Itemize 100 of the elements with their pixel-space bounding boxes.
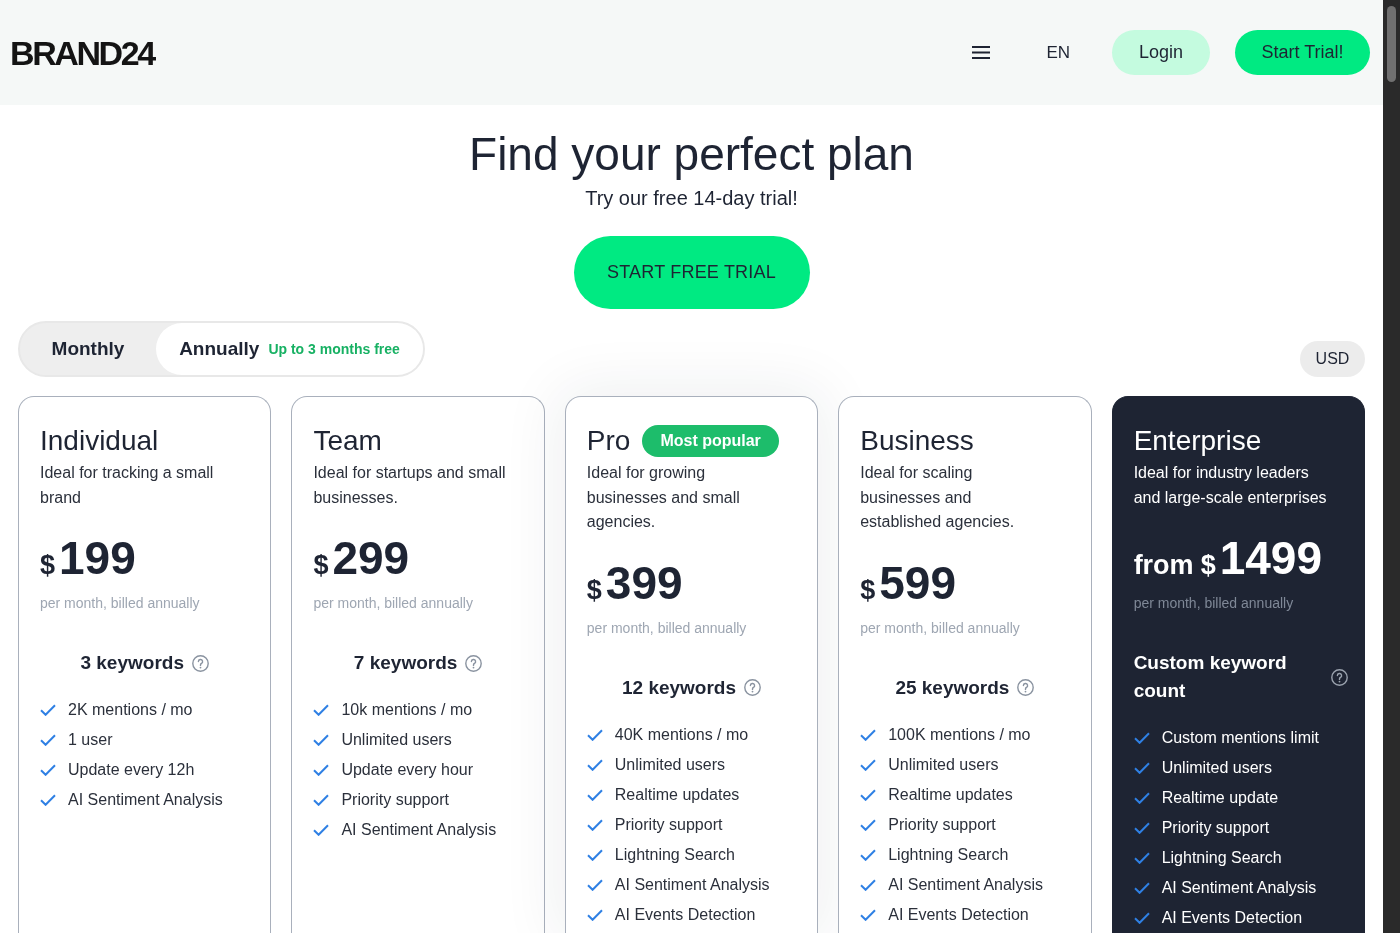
menu-icon[interactable] bbox=[971, 45, 992, 60]
check-icon bbox=[1133, 792, 1150, 804]
billing-option[interactable]: Monthly bbox=[20, 323, 156, 375]
feature-text: Update every hour bbox=[341, 760, 474, 780]
check-icon bbox=[860, 758, 877, 771]
check-icon bbox=[586, 758, 603, 771]
keyword-count: 3 keywords bbox=[80, 651, 184, 675]
feature-text: Priority support bbox=[1161, 818, 1270, 838]
feature-text: Priority support bbox=[614, 814, 723, 835]
brand-logo[interactable]: BRAND24 bbox=[10, 35, 154, 70]
plan-name: Business bbox=[860, 424, 974, 458]
feature-text: 10k mentions / mo bbox=[341, 700, 473, 720]
scrollbar[interactable] bbox=[1383, 0, 1400, 933]
check-icon bbox=[1133, 762, 1150, 774]
feature-text: Realtime update bbox=[1161, 788, 1279, 808]
check-icon bbox=[1133, 882, 1150, 894]
check-icon bbox=[860, 818, 877, 831]
feature-text: Priority support bbox=[888, 814, 996, 835]
plan-name: Enterprise bbox=[1133, 424, 1262, 458]
feature-text: 1 user bbox=[68, 730, 113, 750]
feature-text: AI Events Detection bbox=[614, 904, 756, 925]
start-free-trial-button[interactable]: START FREE TRIAL bbox=[573, 236, 810, 309]
billing-period: per month, billed annually bbox=[40, 594, 201, 613]
scrollbar-thumb[interactable] bbox=[1387, 6, 1396, 82]
plan-name: Individual bbox=[40, 424, 159, 458]
keyword-count: 7 keywords bbox=[353, 651, 458, 675]
popular-badge: Most popular bbox=[642, 425, 779, 457]
plan-description: Ideal for startups and small businesses. bbox=[313, 463, 507, 508]
check-icon bbox=[860, 908, 877, 921]
plan-description: Ideal for tracking a small brand bbox=[40, 463, 215, 508]
plan-description: Ideal for scaling businesses and established agencies. bbox=[860, 463, 1016, 532]
check-icon bbox=[313, 794, 330, 806]
check-icon bbox=[40, 794, 56, 806]
check-icon bbox=[860, 728, 877, 741]
billing-period: per month, billed annually bbox=[1133, 594, 1295, 613]
currency-symbol: $ bbox=[313, 549, 329, 582]
keyword-count: Custom keyword count bbox=[1133, 651, 1288, 703]
feature-text: AI Sentiment Analysis bbox=[68, 790, 223, 810]
language-selector[interactable]: EN bbox=[1046, 39, 1070, 66]
check-icon bbox=[586, 908, 603, 921]
feature-text: Lightning Search bbox=[1161, 848, 1282, 868]
check-icon bbox=[1133, 912, 1150, 924]
login-button[interactable]: Login bbox=[1112, 30, 1210, 75]
feature-text: AI Sentiment Analysis bbox=[1161, 878, 1317, 898]
plan-description: Ideal for growing businesses and small agencies. bbox=[586, 463, 741, 532]
price-prefix: from bbox=[1133, 549, 1194, 582]
help-icon[interactable] bbox=[1017, 679, 1035, 696]
check-icon bbox=[586, 788, 603, 801]
price-amount: 299 bbox=[332, 531, 410, 586]
currency-symbol: $ bbox=[586, 573, 602, 607]
feature-text: Priority support bbox=[341, 790, 449, 810]
check-icon bbox=[40, 734, 56, 746]
page-subtitle: Try our free 14-day trial! bbox=[585, 186, 798, 210]
check-icon bbox=[1133, 732, 1150, 744]
currency-symbol: $ bbox=[860, 573, 876, 607]
check-icon bbox=[1133, 852, 1150, 864]
feature-text: Lightning Search bbox=[614, 844, 735, 865]
check-icon bbox=[586, 848, 603, 861]
plan-description: Ideal for industry leaders and large-scale enterprises bbox=[1133, 463, 1328, 508]
check-icon bbox=[313, 824, 330, 836]
currency-symbol: $ bbox=[1200, 549, 1216, 582]
feature-text: Unlimited users bbox=[888, 754, 999, 775]
billing-period: per month, billed annually bbox=[313, 594, 474, 613]
help-icon[interactable] bbox=[744, 679, 762, 696]
billing-period: per month, billed annually bbox=[586, 618, 748, 638]
help-icon[interactable] bbox=[191, 654, 209, 672]
feature-text: AI Sentiment Analysis bbox=[614, 874, 770, 895]
feature-text: Realtime updates bbox=[614, 784, 740, 805]
check-icon bbox=[586, 728, 603, 741]
help-icon[interactable] bbox=[1331, 668, 1349, 686]
feature-text: Realtime updates bbox=[888, 784, 1013, 805]
check-icon bbox=[586, 878, 603, 891]
keyword-count: 25 keywords bbox=[895, 675, 1010, 700]
check-icon bbox=[1133, 822, 1150, 834]
check-icon bbox=[313, 764, 330, 776]
feature-text: Unlimited users bbox=[1161, 758, 1272, 778]
feature-text: AI Sentiment Analysis bbox=[888, 874, 1043, 895]
feature-text: Unlimited users bbox=[614, 754, 726, 775]
feature-text: Unlimited users bbox=[341, 730, 452, 750]
currency-selector[interactable]: USD bbox=[1300, 341, 1365, 377]
check-icon bbox=[40, 704, 56, 716]
price-amount: 199 bbox=[59, 531, 136, 586]
plan-name: Pro bbox=[586, 424, 631, 458]
feature-text: Custom mentions limit bbox=[1161, 728, 1319, 748]
feature-text: AI Events Detection bbox=[1161, 908, 1303, 928]
price-amount: 599 bbox=[879, 555, 956, 611]
help-icon[interactable] bbox=[465, 654, 483, 672]
discount-note: Up to 3 months free bbox=[268, 339, 400, 359]
check-icon bbox=[860, 788, 877, 801]
feature-text: 100K mentions / mo bbox=[888, 724, 1031, 745]
plan-name: Team bbox=[313, 424, 382, 458]
billing-period: per month, billed annually bbox=[860, 618, 1021, 638]
start-trial-button[interactable]: Start Trial! bbox=[1235, 30, 1370, 75]
currency-symbol: $ bbox=[40, 549, 56, 582]
feature-text: 40K mentions / mo bbox=[614, 724, 749, 745]
feature-text: Update every 12h bbox=[68, 760, 195, 780]
billing-option[interactable]: Annually Up to 3 months free bbox=[156, 323, 423, 375]
keyword-count: 12 keywords bbox=[621, 675, 737, 700]
feature-text: AI Events Detection bbox=[888, 904, 1029, 925]
check-icon bbox=[40, 764, 56, 776]
